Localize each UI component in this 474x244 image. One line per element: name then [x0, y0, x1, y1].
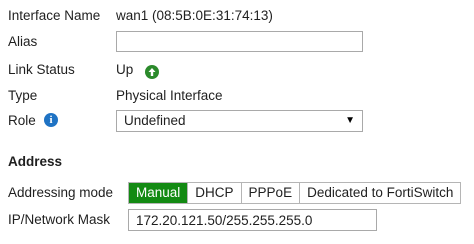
role-label: Role [8, 113, 36, 128]
role-select[interactable]: Undefined ▼ [116, 110, 363, 132]
type-label: Type [8, 88, 38, 103]
info-icon[interactable]: i [44, 113, 58, 127]
ip-mask-label: IP/Network Mask [8, 212, 111, 227]
mode-manual-button[interactable]: Manual [129, 183, 189, 203]
alias-label: Alias [8, 34, 38, 49]
mode-pppoe-button[interactable]: PPPoE [241, 183, 301, 203]
interface-name-label: Interface Name [8, 8, 101, 23]
addressing-mode-selector: Manual DHCP PPPoE Dedicated to FortiSwit… [128, 182, 462, 204]
role-select-value: Undefined [124, 113, 186, 128]
mode-fortiswitch-button[interactable]: Dedicated to FortiSwitch [300, 183, 461, 203]
ip-mask-input[interactable] [128, 209, 377, 231]
caret-down-icon: ▼ [345, 115, 355, 126]
type-value: Physical Interface [116, 88, 223, 103]
addressing-mode-label: Addressing mode [8, 185, 114, 200]
link-status-value: Up [116, 62, 134, 77]
address-section-title: Address [8, 154, 63, 169]
arrow-up-circle-icon [145, 65, 159, 79]
alias-input[interactable] [116, 31, 363, 52]
interface-name-value: wan1 (08:5B:0E:31:74:13) [116, 8, 273, 23]
link-status-label: Link Status [8, 62, 75, 77]
mode-dhcp-button[interactable]: DHCP [188, 183, 242, 203]
